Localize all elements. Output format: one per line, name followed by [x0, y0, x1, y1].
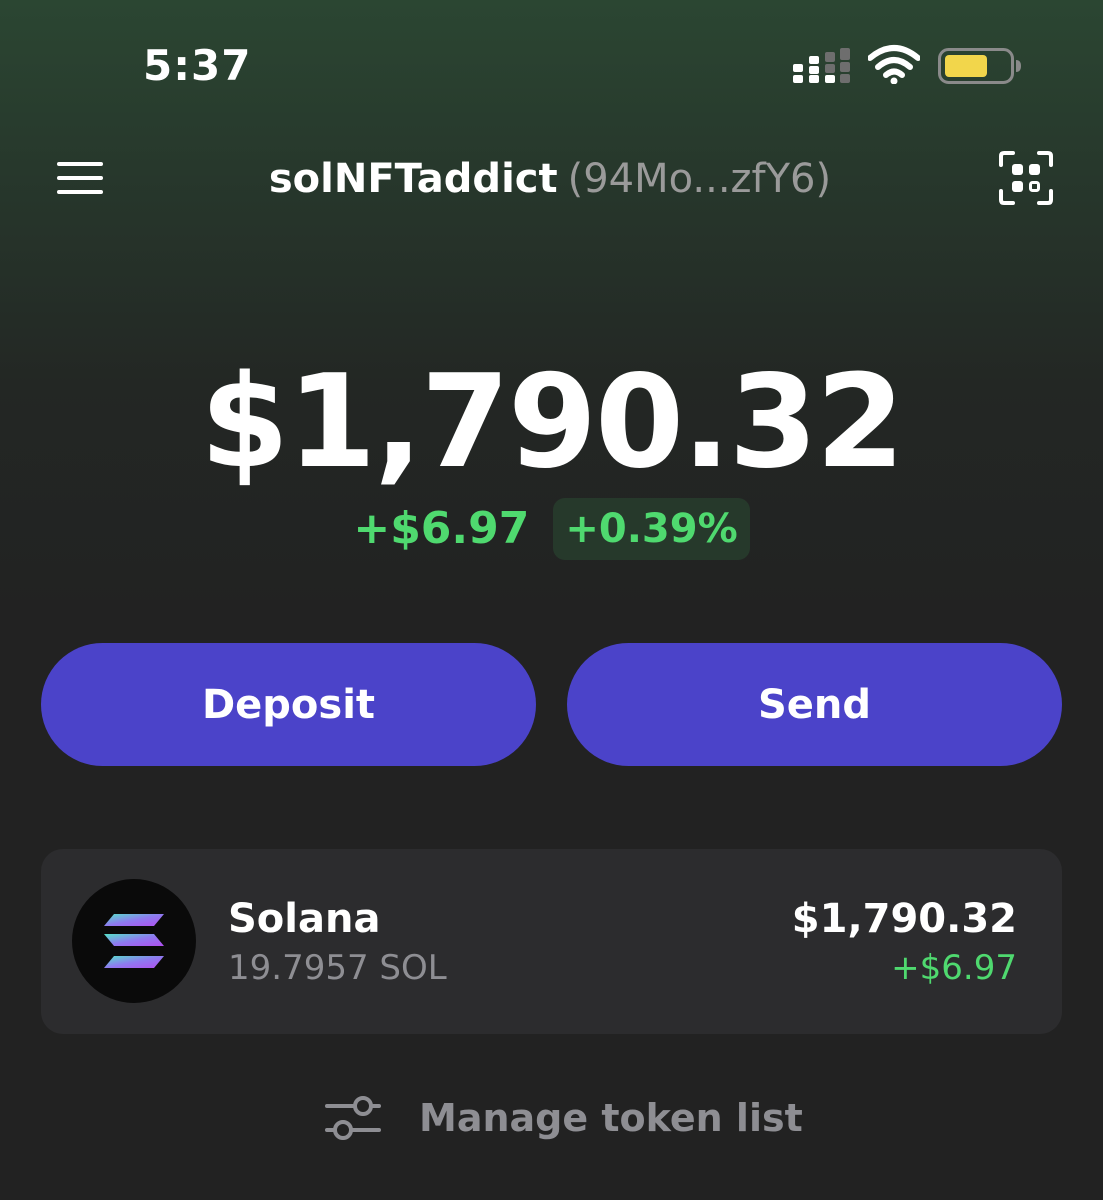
- balance-change-row: +$6.97 +0.39%: [0, 498, 1103, 560]
- account-address: (94Mo...zfY6): [567, 156, 832, 202]
- signal-icon: [793, 48, 850, 83]
- manage-token-list-button[interactable]: Manage token list: [325, 1086, 803, 1150]
- deposit-button[interactable]: Deposit: [41, 643, 536, 766]
- qr-scan-icon[interactable]: [998, 150, 1054, 206]
- token-name: Solana: [228, 896, 381, 942]
- balance-change-amount: +$6.97: [353, 503, 530, 554]
- token-change: +$6.97: [891, 948, 1017, 988]
- account-name: solNFTaddict: [268, 156, 558, 202]
- solana-logo-icon: [72, 879, 196, 1003]
- manage-token-list-label: Manage token list: [419, 1096, 803, 1140]
- token-row-solana[interactable]: Solana 19.7957 SOL $1,790.32 +$6.97: [41, 849, 1062, 1034]
- wifi-icon: [868, 45, 920, 84]
- total-balance: $1,790.32: [200, 348, 905, 497]
- token-value: $1,790.32: [791, 896, 1017, 942]
- account-selector[interactable]: solNFTaddict (94Mo...zfY6): [160, 152, 940, 206]
- token-amount: 19.7957 SOL: [228, 948, 447, 988]
- menu-icon[interactable]: [55, 156, 105, 200]
- balance-change-percent-badge: +0.39%: [553, 498, 750, 560]
- status-time: 5:37: [143, 41, 252, 90]
- battery-icon: [938, 48, 1021, 84]
- send-button[interactable]: Send: [567, 643, 1062, 766]
- sliders-icon: [325, 1096, 381, 1140]
